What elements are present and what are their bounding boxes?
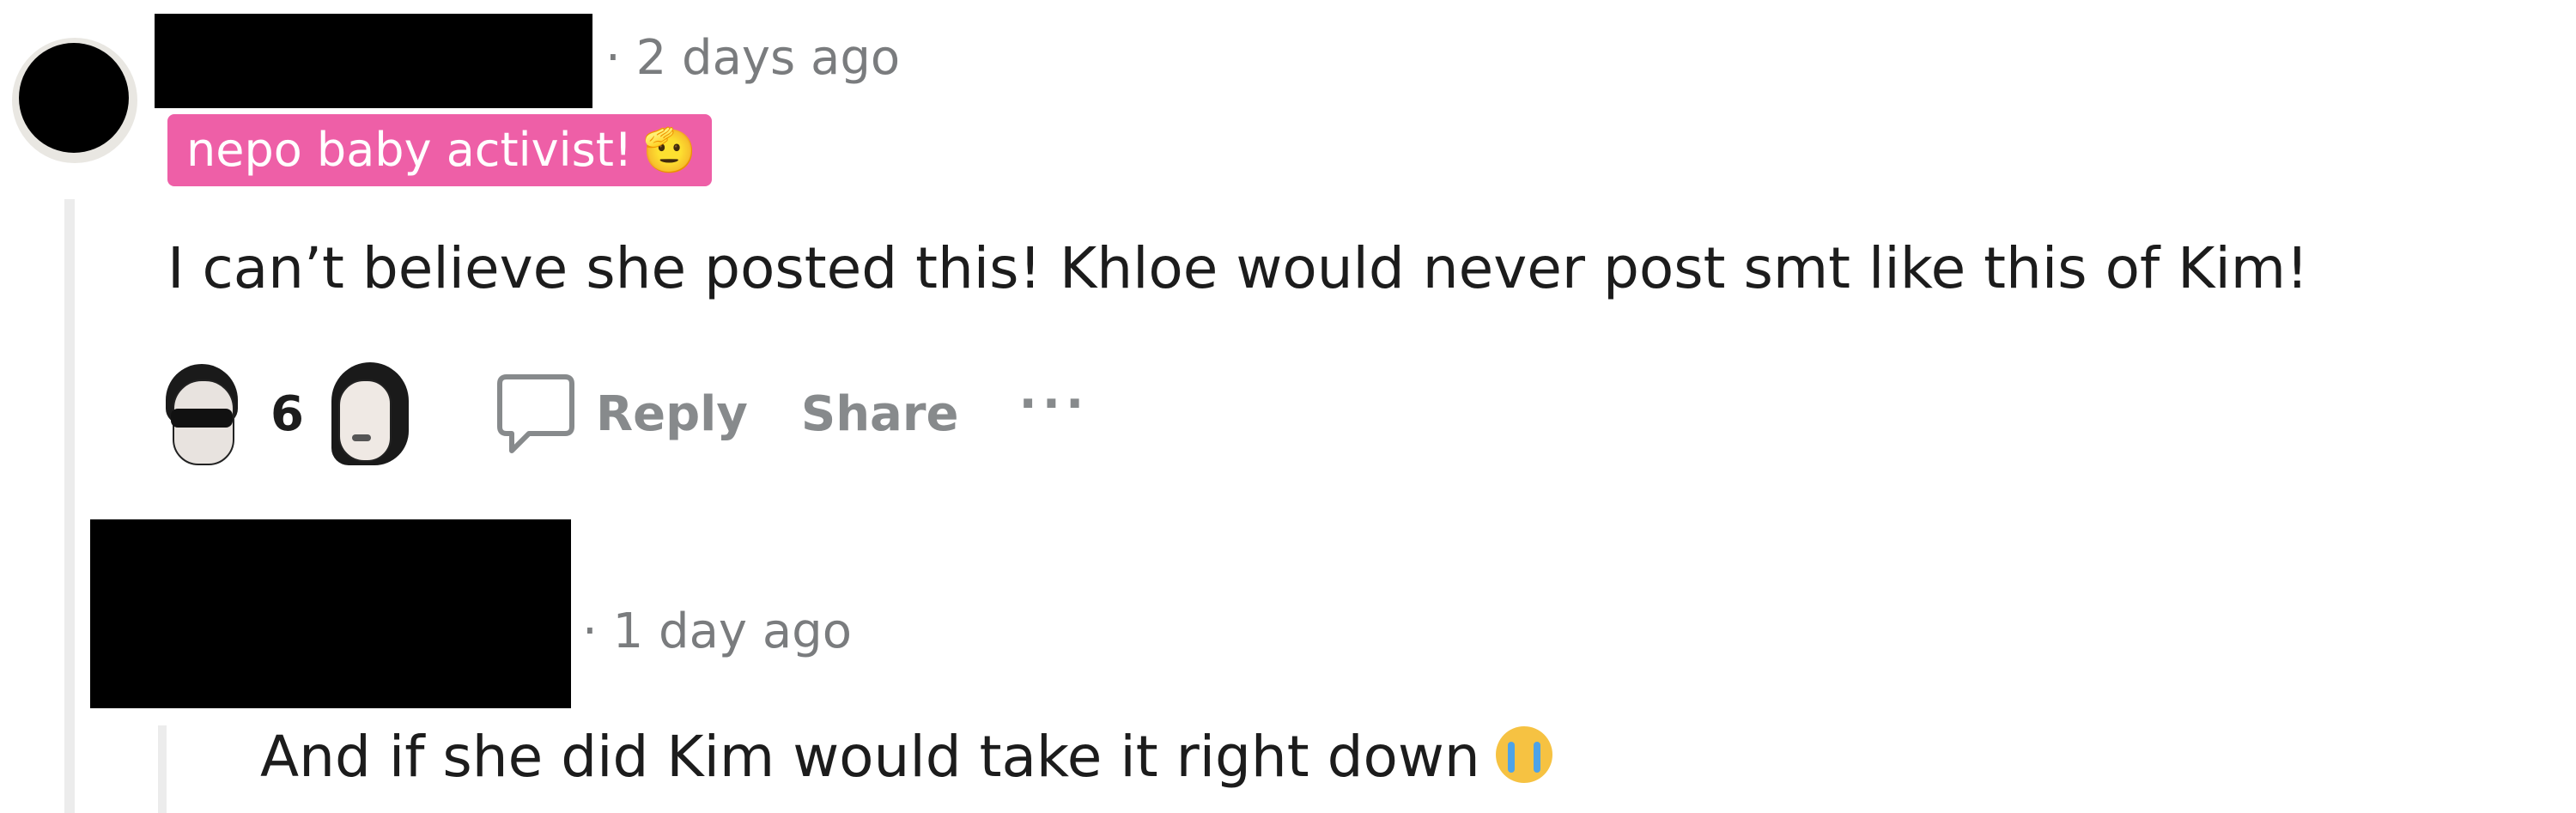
share-button[interactable]: Share	[801, 391, 959, 439]
reply-button[interactable]: Reply	[495, 372, 748, 458]
reply-text: And if she did Kim would take it right d…	[260, 724, 1480, 790]
avatar[interactable]	[12, 38, 137, 163]
reply-thread-collapse-line[interactable]	[158, 725, 167, 813]
comment-timestamp[interactable]: · 2 days ago	[605, 34, 900, 82]
loudly-crying-face-icon	[1495, 726, 1552, 783]
vote-count: 6	[270, 386, 304, 442]
saluting-face-icon: 🫡	[642, 125, 696, 175]
kim-kardashian-face-icon[interactable]	[326, 361, 412, 469]
reply-label: Reply	[595, 386, 748, 442]
more-options-icon[interactable]: ···	[1018, 380, 1089, 428]
comment-action-bar: 6 Reply Share ···	[159, 359, 1089, 470]
avatar-redacted	[19, 43, 129, 153]
reply-timestamp[interactable]: · 1 day ago	[582, 608, 852, 656]
thread-collapse-line[interactable]	[64, 199, 75, 813]
kris-jenner-face-icon[interactable]	[159, 361, 245, 469]
username-redacted[interactable]	[155, 14, 592, 108]
user-flair: nepo baby activist! 🫡	[167, 114, 712, 186]
comment-body: I can’t believe she posted this! Khloe w…	[167, 235, 2309, 301]
flair-label: nepo baby activist!	[186, 123, 633, 177]
reply-username-redacted[interactable]	[90, 519, 571, 708]
reply-body: And if she did Kim would take it right d…	[260, 726, 1552, 786]
comment-thread: · 2 days ago nepo baby activist! 🫡 I can…	[0, 0, 2576, 813]
speech-bubble-icon	[496, 374, 574, 453]
